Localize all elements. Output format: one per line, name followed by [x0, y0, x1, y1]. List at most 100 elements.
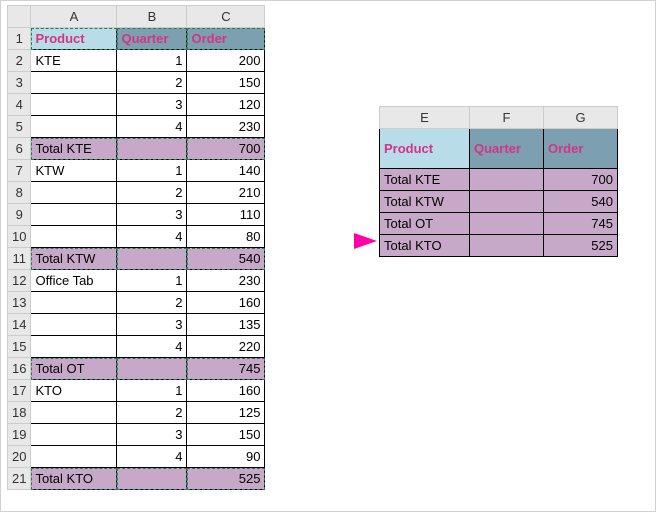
cell[interactable]: Total KTO	[380, 235, 470, 257]
cell[interactable]: 2	[117, 402, 187, 424]
row-header[interactable]: 16	[8, 358, 31, 380]
cell[interactable]: 3	[117, 204, 187, 226]
cell[interactable]	[117, 248, 187, 270]
select-all-corner[interactable]	[8, 6, 31, 28]
row-header[interactable]: 7	[8, 160, 31, 182]
cell[interactable]: 700	[544, 169, 618, 191]
cell[interactable]: 1	[117, 50, 187, 72]
cell[interactable]: 160	[187, 292, 265, 314]
cell[interactable]: Total KTW	[380, 191, 470, 213]
cell[interactable]: Total OT	[380, 213, 470, 235]
cell[interactable]	[470, 169, 544, 191]
cell[interactable]	[31, 314, 117, 336]
cell[interactable]: 160	[187, 380, 265, 402]
cell[interactable]: 4	[117, 116, 187, 138]
row-header[interactable]: 21	[8, 468, 31, 490]
row-header[interactable]: 17	[8, 380, 31, 402]
cell[interactable]: 1	[117, 270, 187, 292]
cell[interactable]	[31, 72, 117, 94]
row-header[interactable]: 19	[8, 424, 31, 446]
row-header[interactable]: 3	[8, 72, 31, 94]
cell[interactable]: 150	[187, 424, 265, 446]
cell[interactable]: Total KTE	[380, 169, 470, 191]
cell[interactable]	[31, 292, 117, 314]
cell[interactable]: 3	[117, 94, 187, 116]
cell[interactable]: Office Tab	[31, 270, 117, 292]
cell[interactable]: 745	[544, 213, 618, 235]
cell[interactable]: Product	[380, 129, 470, 169]
cell[interactable]: 2	[117, 182, 187, 204]
cell[interactable]: 135	[187, 314, 265, 336]
row-header[interactable]: 14	[8, 314, 31, 336]
cell[interactable]: Total KTE	[31, 138, 117, 160]
cell[interactable]: 540	[187, 248, 265, 270]
source-spreadsheet[interactable]: A B C 1 Product Quarter Order 2KTE120032…	[7, 5, 265, 490]
cell[interactable]: Total OT	[31, 358, 117, 380]
cell[interactable]: 525	[187, 468, 265, 490]
cell[interactable]	[31, 336, 117, 358]
row-header[interactable]: 9	[8, 204, 31, 226]
cell[interactable]: 80	[187, 226, 265, 248]
cell[interactable]	[31, 94, 117, 116]
cell[interactable]: 230	[187, 116, 265, 138]
cell[interactable]: 745	[187, 358, 265, 380]
cell[interactable]	[117, 138, 187, 160]
cell[interactable]: 150	[187, 72, 265, 94]
cell[interactable]: KTO	[31, 380, 117, 402]
cell[interactable]	[470, 191, 544, 213]
row-header[interactable]: 4	[8, 94, 31, 116]
cell[interactable]	[31, 402, 117, 424]
cell[interactable]	[470, 213, 544, 235]
col-header-e[interactable]: E	[380, 107, 470, 129]
row-header[interactable]: 6	[8, 138, 31, 160]
cell[interactable]	[31, 116, 117, 138]
cell[interactable]: 140	[187, 160, 265, 182]
row-header[interactable]: 10	[8, 226, 31, 248]
cell[interactable]: KTE	[31, 50, 117, 72]
col-header-g[interactable]: G	[544, 107, 618, 129]
cell[interactable]	[31, 182, 117, 204]
cell[interactable]: 110	[187, 204, 265, 226]
cell[interactable]: 4	[117, 446, 187, 468]
cell[interactable]: 125	[187, 402, 265, 424]
cell[interactable]: Total KTW	[31, 248, 117, 270]
row-header[interactable]: 20	[8, 446, 31, 468]
cell[interactable]: 1	[117, 160, 187, 182]
cell[interactable]: 230	[187, 270, 265, 292]
cell[interactable]: 90	[187, 446, 265, 468]
cell[interactable]: 700	[187, 138, 265, 160]
cell[interactable]	[31, 424, 117, 446]
col-header-a[interactable]: A	[31, 6, 117, 28]
result-spreadsheet[interactable]: E F G Product Quarter Order Total KTE 700…	[379, 106, 618, 257]
row-header[interactable]: 2	[8, 50, 31, 72]
row-header[interactable]: 12	[8, 270, 31, 292]
cell[interactable]: Quarter	[117, 28, 187, 50]
cell[interactable]: Product	[31, 28, 117, 50]
cell[interactable]: 1	[117, 380, 187, 402]
cell[interactable]: Total KTO	[31, 468, 117, 490]
cell[interactable]: 120	[187, 94, 265, 116]
cell[interactable]: 200	[187, 50, 265, 72]
cell[interactable]: Order	[187, 28, 265, 50]
cell[interactable]	[117, 468, 187, 490]
col-header-f[interactable]: F	[470, 107, 544, 129]
cell[interactable]	[31, 446, 117, 468]
cell[interactable]: Quarter	[470, 129, 544, 169]
row-header[interactable]: 8	[8, 182, 31, 204]
cell[interactable]: 525	[544, 235, 618, 257]
cell[interactable]: 2	[117, 72, 187, 94]
row-header[interactable]: 11	[8, 248, 31, 270]
cell[interactable]: 540	[544, 191, 618, 213]
cell[interactable]	[117, 358, 187, 380]
row-header[interactable]: 18	[8, 402, 31, 424]
row-header[interactable]: 15	[8, 336, 31, 358]
cell[interactable]: 3	[117, 424, 187, 446]
col-header-c[interactable]: C	[187, 6, 265, 28]
row-header[interactable]: 1	[8, 28, 31, 50]
cell[interactable]	[31, 226, 117, 248]
cell[interactable]: 220	[187, 336, 265, 358]
cell[interactable]: 2	[117, 292, 187, 314]
cell[interactable]: Order	[544, 129, 618, 169]
cell[interactable]: 210	[187, 182, 265, 204]
cell[interactable]: 3	[117, 314, 187, 336]
